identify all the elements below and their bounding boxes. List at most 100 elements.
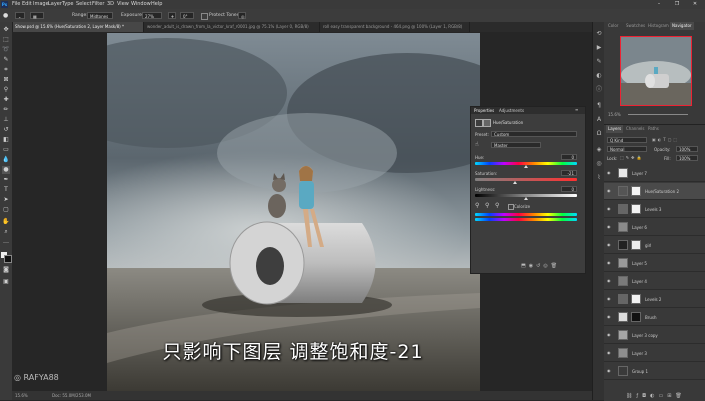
- delete-layer-icon[interactable]: 🗑: [675, 393, 685, 399]
- menu-edit[interactable]: Edit: [22, 0, 32, 9]
- clone-stamp-tool-icon[interactable]: ⊥: [2, 116, 10, 124]
- hand-tool-icon[interactable]: ✋: [2, 218, 10, 226]
- airbrush-toggle[interactable]: ✈: [168, 12, 176, 19]
- layer-thumbnail[interactable]: [618, 312, 628, 322]
- eyedropper-add-icon[interactable]: ⚲: [485, 202, 489, 209]
- crop-tool-icon[interactable]: ⌗: [2, 66, 10, 74]
- layer-thumbnail[interactable]: [618, 276, 628, 286]
- layer-name[interactable]: Levels 3: [645, 207, 661, 212]
- healing-brush-tool-icon[interactable]: ✚: [2, 96, 10, 104]
- hue-value[interactable]: 0: [561, 154, 577, 160]
- tab-paths[interactable]: Paths: [646, 125, 661, 133]
- channels-icon[interactable]: ◎: [595, 160, 603, 168]
- dodge-tool-icon[interactable]: ●: [2, 166, 10, 174]
- panel-menu-icon[interactable]: ≡: [575, 107, 578, 112]
- glyphs-icon[interactable]: Ω: [595, 130, 603, 138]
- opacity-input[interactable]: 100%: [676, 146, 698, 152]
- navigator-preview[interactable]: [620, 36, 692, 106]
- background-color-swatch[interactable]: [4, 255, 12, 263]
- tab-color[interactable]: Color: [606, 22, 620, 30]
- brush-settings-icon[interactable]: ✎: [595, 58, 603, 66]
- layer-row[interactable]: ◉ Levels 2: [604, 291, 705, 308]
- visibility-eye-icon[interactable]: ◉: [607, 278, 612, 283]
- brush-tool-icon[interactable]: ✏: [2, 106, 10, 114]
- paragraph-icon[interactable]: ¶: [595, 102, 603, 110]
- rectangle-tool-icon[interactable]: ▢: [2, 206, 10, 214]
- hue-slider-thumb[interactable]: [524, 165, 528, 168]
- visibility-eye-icon[interactable]: ◉: [607, 188, 612, 193]
- tab-histogram[interactable]: Histogram: [646, 22, 671, 30]
- menu-layer[interactable]: Layer: [48, 0, 62, 9]
- layer-name[interactable]: Layer 4: [632, 279, 647, 284]
- tab-navigator[interactable]: Navigator: [670, 22, 694, 30]
- layer-thumbnail[interactable]: [618, 168, 628, 178]
- visibility-eye-icon[interactable]: ◉: [607, 224, 612, 229]
- tab-channels[interactable]: Channels: [624, 125, 647, 133]
- more-tools-icon[interactable]: …: [2, 238, 10, 246]
- tab-properties[interactable]: Properties: [474, 108, 494, 113]
- delete-icon[interactable]: 🗑: [551, 263, 560, 269]
- angle-input[interactable]: 0°: [180, 12, 194, 19]
- character-icon[interactable]: A: [595, 116, 603, 124]
- protect-tones-checkbox[interactable]: [201, 13, 208, 20]
- minimize-button[interactable]: –: [650, 0, 668, 9]
- layer-row[interactable]: ◉ Group 1: [604, 363, 705, 380]
- gradient-tool-icon[interactable]: ▭: [2, 146, 10, 154]
- tab-layers[interactable]: Layers: [606, 125, 624, 133]
- frame-tool-icon[interactable]: ⊠: [2, 76, 10, 84]
- layer-name[interactable]: Layer 3: [632, 351, 647, 356]
- channel-select[interactable]: Master: [491, 142, 541, 148]
- range-select[interactable]: Midtones: [87, 12, 113, 19]
- lightness-value[interactable]: 0: [561, 186, 577, 192]
- visibility-eye-icon[interactable]: ◉: [607, 242, 612, 247]
- type-tool-icon[interactable]: T: [2, 186, 10, 194]
- layer-name[interactable]: Layer 6: [632, 225, 647, 230]
- visibility-eye-icon[interactable]: ◉: [607, 170, 612, 175]
- add-mask-icon[interactable]: ◘: [642, 393, 650, 399]
- layer-thumbnail[interactable]: [618, 258, 628, 268]
- layer-name[interactable]: Layer 7: [632, 171, 647, 176]
- zoom-tool-icon[interactable]: ⌕: [2, 228, 10, 236]
- layer-row[interactable]: ◉ Layer 3 copy: [604, 327, 705, 344]
- layer-name[interactable]: Hue/Saturation 2: [645, 189, 679, 194]
- move-tool-icon[interactable]: ✥: [2, 26, 10, 34]
- lasso-tool-icon[interactable]: ➰: [2, 46, 10, 54]
- adjustments-icon[interactable]: ◐: [595, 72, 603, 80]
- path-selection-tool-icon[interactable]: ➤: [2, 196, 10, 204]
- visibility-eye-icon[interactable]: ◉: [607, 332, 612, 337]
- layer-mask-thumbnail[interactable]: [631, 186, 641, 196]
- visibility-icon[interactable]: ◎: [543, 263, 550, 269]
- layer-row[interactable]: ◉ Hue/Saturation 2: [604, 183, 705, 200]
- layer-name[interactable]: girl: [645, 243, 651, 248]
- layer-thumbnail[interactable]: [618, 186, 628, 196]
- exposure-input[interactable]: 27%: [142, 12, 162, 19]
- quick-select-tool-icon[interactable]: ✎: [2, 56, 10, 64]
- layer-mask-thumbnail[interactable]: [631, 294, 641, 304]
- blur-tool-icon[interactable]: 💧: [2, 156, 10, 164]
- tab-wonder-jpg[interactable]: wonder_adult_is_drawn_from_la_victor_kra…: [144, 22, 320, 32]
- actions-icon[interactable]: ▶: [595, 44, 603, 52]
- eyedropper-subtract-icon[interactable]: ⚲: [495, 202, 499, 209]
- dodge-tool-icon[interactable]: ●: [3, 12, 11, 19]
- tab-roll-png[interactable]: roll easy transparent background - 464.p…: [320, 22, 470, 32]
- new-group-icon[interactable]: ▭: [658, 393, 667, 399]
- menu-help[interactable]: Help: [151, 0, 162, 9]
- layer-row[interactable]: ◉ Levels 3: [604, 201, 705, 218]
- history-brush-tool-icon[interactable]: ↺: [2, 126, 10, 134]
- layers-icon[interactable]: ◈: [595, 146, 603, 154]
- screen-mode-icon[interactable]: ▣: [2, 278, 10, 286]
- layer-mask-thumbnail[interactable]: [631, 240, 641, 250]
- layer-thumbnail[interactable]: [618, 204, 628, 214]
- layer-thumbnail[interactable]: [618, 330, 628, 340]
- navigator-zoom-value[interactable]: 15.6%: [608, 112, 621, 117]
- close-button[interactable]: ✕: [686, 0, 704, 9]
- layer-thumbnail[interactable]: [618, 294, 628, 304]
- layer-name[interactable]: Group 1: [632, 369, 648, 374]
- info-icon[interactable]: ⓘ: [595, 86, 603, 94]
- lightness-slider-thumb[interactable]: [524, 197, 528, 200]
- layer-mask-thumbnail[interactable]: [631, 204, 641, 214]
- layer-thumbnail[interactable]: [618, 348, 628, 358]
- layer-mask-thumbnail[interactable]: [631, 312, 641, 322]
- brush-settings-button[interactable]: ▦: [30, 12, 44, 19]
- visibility-eye-icon[interactable]: ◉: [607, 368, 612, 373]
